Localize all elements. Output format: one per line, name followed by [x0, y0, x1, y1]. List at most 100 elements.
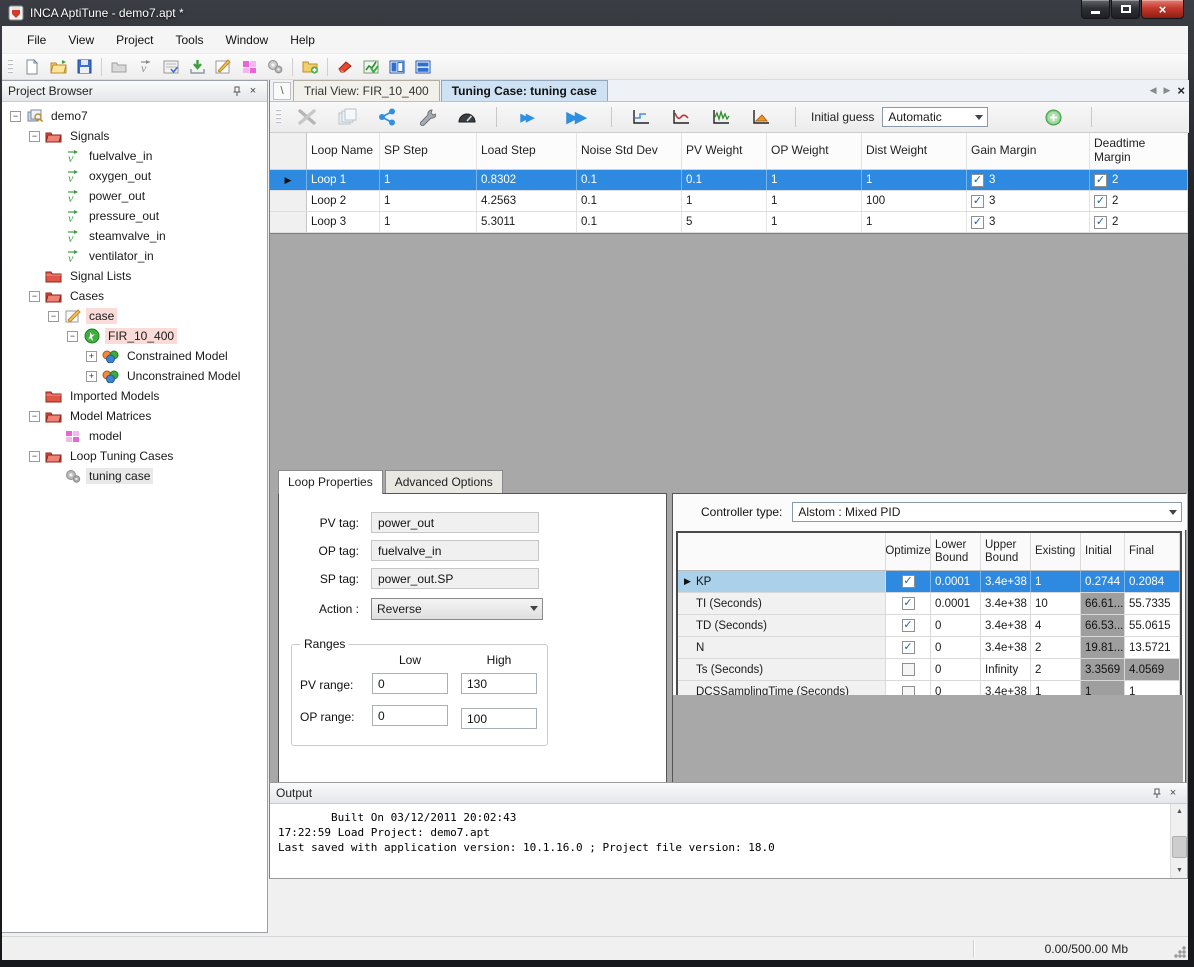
tree-item-unconstrained-model[interactable]: +Unconstrained Model	[2, 366, 267, 386]
cell-gain-margin[interactable]: 3	[989, 195, 995, 207]
col-op-weight[interactable]: OP Weight	[767, 133, 862, 169]
tree-item-imported-models[interactable]: Imported Models	[2, 386, 267, 406]
cell-existing[interactable]: 2	[1031, 659, 1081, 680]
cell-lower[interactable]: 0.0001	[931, 593, 981, 614]
tree-item-oxygen-out[interactable]: voxygen_out	[2, 166, 267, 186]
tab-scroll-left-icon[interactable]: ◀	[1150, 85, 1157, 96]
tree-label[interactable]: Cases	[67, 288, 107, 304]
tree-label[interactable]: Imported Models	[67, 388, 162, 404]
col-final[interactable]: Final	[1125, 533, 1180, 570]
tree-item-model[interactable]: model	[2, 426, 267, 446]
cell-initial[interactable]: 19.81...	[1081, 637, 1125, 658]
cell-load-step[interactable]: 0.8302	[477, 170, 577, 190]
cell-deadtime-margin[interactable]: 2	[1112, 195, 1118, 207]
output-scrollbar[interactable]: ▲ ▼	[1170, 804, 1187, 878]
tree-label[interactable]: Signal Lists	[67, 268, 134, 284]
cell-existing[interactable]: 10	[1031, 593, 1081, 614]
tree-item-power-out[interactable]: vpower_out	[2, 186, 267, 206]
optimize-checkbox[interactable]: ✓	[902, 575, 915, 588]
tree-label[interactable]: fuelvalve_in	[86, 148, 155, 164]
collapse-icon[interactable]: −	[29, 411, 40, 422]
col-deadtime-margin[interactable]: Deadtime Margin	[1090, 133, 1188, 169]
menu-window[interactable]: Window	[215, 27, 280, 53]
panel-close-icon[interactable]: ×	[1165, 786, 1181, 801]
cell-dist-weight[interactable]: 1	[862, 212, 967, 232]
cell-load-step[interactable]: 5.3011	[477, 212, 577, 232]
col-optimize[interactable]: Optimize	[886, 533, 931, 570]
gauge-button[interactable]	[452, 104, 482, 130]
wrench-button[interactable]	[412, 104, 442, 130]
plot-response-button[interactable]	[666, 104, 696, 130]
tab-trial-view[interactable]: Trial View: FIR_10_400	[293, 80, 440, 101]
chart-result-button[interactable]	[359, 56, 383, 78]
deadtime-margin-checkbox[interactable]: ✓	[1094, 195, 1107, 208]
tree-label[interactable]: oxygen_out	[86, 168, 154, 184]
tree-item-signal-lists[interactable]: Signal Lists	[2, 266, 267, 286]
col-pv-weight[interactable]: PV Weight	[682, 133, 767, 169]
col-noise-std-dev[interactable]: Noise Std Dev	[577, 133, 682, 169]
col-lower-bound[interactable]: Lower Bound	[931, 533, 981, 570]
collapse-icon[interactable]: −	[48, 311, 59, 322]
tree-item-model-matrices[interactable]: −Model Matrices	[2, 406, 267, 426]
cell-loop-name[interactable]: Loop 3	[307, 212, 380, 232]
cell-initial[interactable]: 66.53...	[1081, 615, 1125, 636]
loop-row-3[interactable]: Loop 3 1 5.3011 0.1 5 1 1 ✓3 ✓2	[270, 212, 1188, 233]
cell-op-weight[interactable]: 1	[767, 170, 862, 190]
pin-icon[interactable]	[1149, 786, 1165, 801]
param-name[interactable]: TI (Seconds)	[696, 598, 762, 610]
model-matrix-button[interactable]	[237, 56, 261, 78]
cell-loop-name[interactable]: Loop 1	[307, 170, 380, 190]
cell-noise[interactable]: 0.1	[577, 212, 682, 232]
op-tag-field[interactable]: fuelvalve_in	[371, 540, 539, 561]
tree-label[interactable]: Signals	[67, 128, 112, 144]
tree-item-case[interactable]: −case	[2, 306, 267, 326]
cell-final[interactable]: 4.0569	[1125, 659, 1180, 680]
cell-upper[interactable]: 3.4e+38	[981, 615, 1031, 636]
menu-project[interactable]: Project	[105, 27, 164, 53]
tools-disabled-button[interactable]	[292, 104, 322, 130]
tab-tuning-case[interactable]: Tuning Case: tuning case	[441, 80, 608, 101]
cell-sp-step[interactable]: 1	[380, 170, 477, 190]
cell-lower[interactable]: 0.0001	[931, 571, 981, 592]
step-forward-button[interactable]: ▶▶	[511, 104, 541, 130]
pid-row-n[interactable]: N ✓ 0 3.4e+38 2 19.81... 13.5721	[678, 637, 1180, 659]
cell-lower[interactable]: 0	[931, 637, 981, 658]
pid-row-td[interactable]: TD (Seconds) ✓ 0 3.4e+38 4 66.53... 55.0…	[678, 615, 1180, 637]
folder-button[interactable]	[107, 56, 131, 78]
scroll-down-icon[interactable]: ▼	[1171, 863, 1188, 878]
cell-load-step[interactable]: 4.2563	[477, 191, 577, 211]
param-name[interactable]: Ts (Seconds)	[696, 664, 763, 676]
cell-sp-step[interactable]: 1	[380, 212, 477, 232]
cell-existing[interactable]: 2	[1031, 637, 1081, 658]
gain-margin-checkbox[interactable]: ✓	[971, 174, 984, 187]
cell-pv-weight[interactable]: 0.1	[682, 170, 767, 190]
tab-close-icon[interactable]: ×	[1177, 83, 1185, 98]
pin-icon[interactable]	[229, 84, 245, 99]
plot-load-button[interactable]	[746, 104, 776, 130]
maximize-button[interactable]	[1111, 0, 1140, 19]
controller-type-combo[interactable]: Alstom : Mixed PID	[792, 502, 1182, 522]
output-log[interactable]: Built On 03/12/2011 20:02:4317:22:59 Loa…	[270, 804, 1170, 878]
cell-deadtime-margin[interactable]: 2	[1112, 216, 1118, 228]
tab-scroll-right-icon[interactable]: ▶	[1163, 85, 1170, 96]
edit-case-button[interactable]	[211, 56, 235, 78]
plot-noise-button[interactable]	[706, 104, 736, 130]
gain-margin-checkbox[interactable]: ✓	[971, 216, 984, 229]
pid-row-ts[interactable]: Ts (Seconds) ✓ 0 Infinity 2 3.3569 4.056…	[678, 659, 1180, 681]
cell-final[interactable]: 0.2084	[1125, 571, 1180, 592]
param-name[interactable]: TD (Seconds)	[696, 620, 767, 632]
col-sp-step[interactable]: SP Step	[380, 133, 477, 169]
cell-final[interactable]: 55.0615	[1125, 615, 1180, 636]
tree-item-ventilator-in[interactable]: vventilator_in	[2, 246, 267, 266]
cell-dist-weight[interactable]: 100	[862, 191, 967, 211]
tree-item-fir-10-400[interactable]: −FIR_10_400	[2, 326, 267, 346]
cell-noise[interactable]: 0.1	[577, 191, 682, 211]
cell-lower[interactable]: 0	[931, 615, 981, 636]
cell-initial[interactable]: 66.61...	[1081, 593, 1125, 614]
cell-initial[interactable]: 3.3569	[1081, 659, 1125, 680]
cell-deadtime-margin[interactable]: 2	[1112, 174, 1118, 186]
toolbar-grip[interactable]	[276, 109, 281, 125]
tree-label[interactable]: tuning case	[86, 468, 153, 484]
tree-label[interactable]: pressure_out	[86, 208, 162, 224]
tree-label[interactable]: Constrained Model	[124, 348, 231, 364]
